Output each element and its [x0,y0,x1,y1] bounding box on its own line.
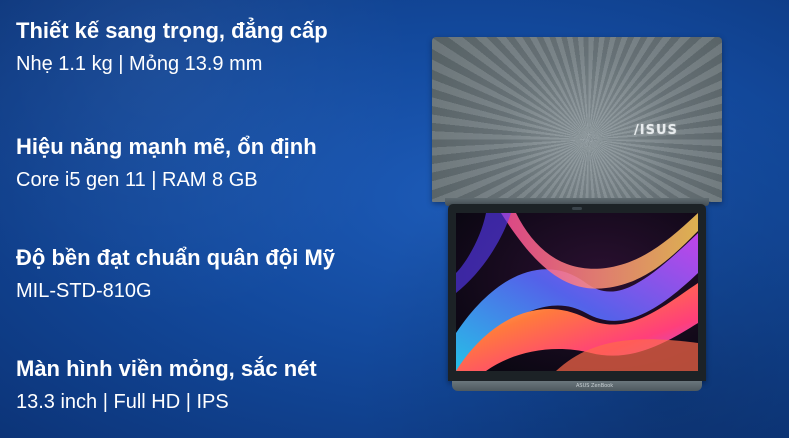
feature-detail: Nhẹ 1.1 kg | Mỏng 13.9 mm [16,53,263,75]
feature-title: Màn hình viền mỏng, sắc nét [16,356,317,381]
feature-performance: Hiệu năng mạnh mẽ, ổn định Core i5 gen 1… [16,134,416,192]
feature-design: Thiết kế sang trọng, đẳng cấp Nhẹ 1.1 kg… [16,18,416,76]
feature-title: Độ bền đạt chuẩn quân đội Mỹ [16,245,335,270]
laptop-screen-image [448,204,706,381]
feature-detail: Core i5 gen 11 | RAM 8 GB [16,169,258,191]
wallpaper-image [456,213,698,371]
wallpaper-swirl [456,213,698,371]
feature-detail: 13.3 inch | Full HD | IPS [16,391,229,413]
zenbook-logo: ASUS ZenBook [576,383,614,389]
asus-logo: /ISUS [634,123,678,138]
feature-display: Màn hình viền mỏng, sắc nét 13.3 inch | … [16,356,416,414]
product-banner: Thiết kế sang trọng, đẳng cấp Nhẹ 1.1 kg… [0,0,789,438]
feature-detail: MIL-STD-810G [16,280,152,302]
feature-title: Thiết kế sang trọng, đẳng cấp [16,18,328,43]
laptop-lid-image: /ISUS [432,37,722,202]
feature-title: Hiệu năng mạnh mẽ, ổn định [16,134,317,159]
webcam [572,207,582,210]
feature-durability: Độ bền đạt chuẩn quân đội Mỹ MIL-STD-810… [16,245,416,303]
